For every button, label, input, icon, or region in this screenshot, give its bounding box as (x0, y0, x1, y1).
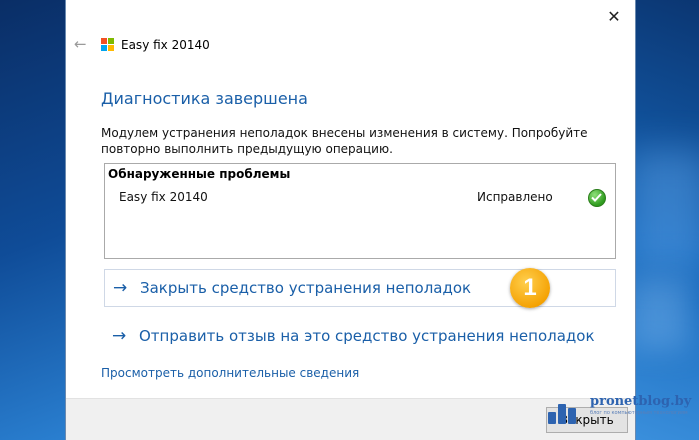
list-item: Easy fix 20140 Исправлено (119, 189, 609, 208)
desktop-light-glow (629, 280, 689, 350)
problem-name: Easy fix 20140 (119, 190, 208, 204)
desktop-background-right (629, 0, 699, 440)
problems-panel: Обнаруженные проблемы Easy fix 20140 Исп… (104, 163, 616, 259)
troubleshooter-dialog: ✕ ← Easy fix 20140 Диагностика завершена… (66, 0, 635, 440)
watermark-logo: pronetblog.by блог по компьютерным техно… (544, 394, 696, 434)
problems-header: Обнаруженные проблемы (108, 167, 291, 181)
page-title: Диагностика завершена (101, 89, 308, 108)
windows-logo-icon (101, 38, 115, 52)
desktop-background-left (0, 0, 66, 440)
watermark-bars-icon (548, 400, 584, 424)
close-icon[interactable]: ✕ (605, 8, 623, 26)
arrow-right-icon: → (113, 278, 128, 298)
watermark-subtext: блог по компьютерным технологиям (590, 410, 688, 416)
description-text: Модулем устранения неполадок внесены изм… (101, 126, 588, 156)
watermark-text: pronetblog.by (590, 394, 692, 409)
desktop-light-glow (629, 150, 699, 270)
close-troubleshooter-label: Закрыть средство устранения неполадок (140, 279, 472, 297)
arrow-right-icon: → (112, 326, 127, 346)
check-icon (588, 189, 606, 207)
back-arrow-icon[interactable]: ← (74, 36, 90, 52)
send-feedback-link[interactable]: → Отправить отзыв на это средство устран… (104, 318, 595, 354)
more-info-link[interactable]: Просмотреть дополнительные сведения (101, 366, 359, 380)
annotation-badge: 1 (510, 268, 550, 308)
window-title: Easy fix 20140 (121, 38, 210, 52)
send-feedback-label: Отправить отзыв на это средство устранен… (139, 327, 595, 345)
problem-status: Исправлено (477, 190, 553, 204)
